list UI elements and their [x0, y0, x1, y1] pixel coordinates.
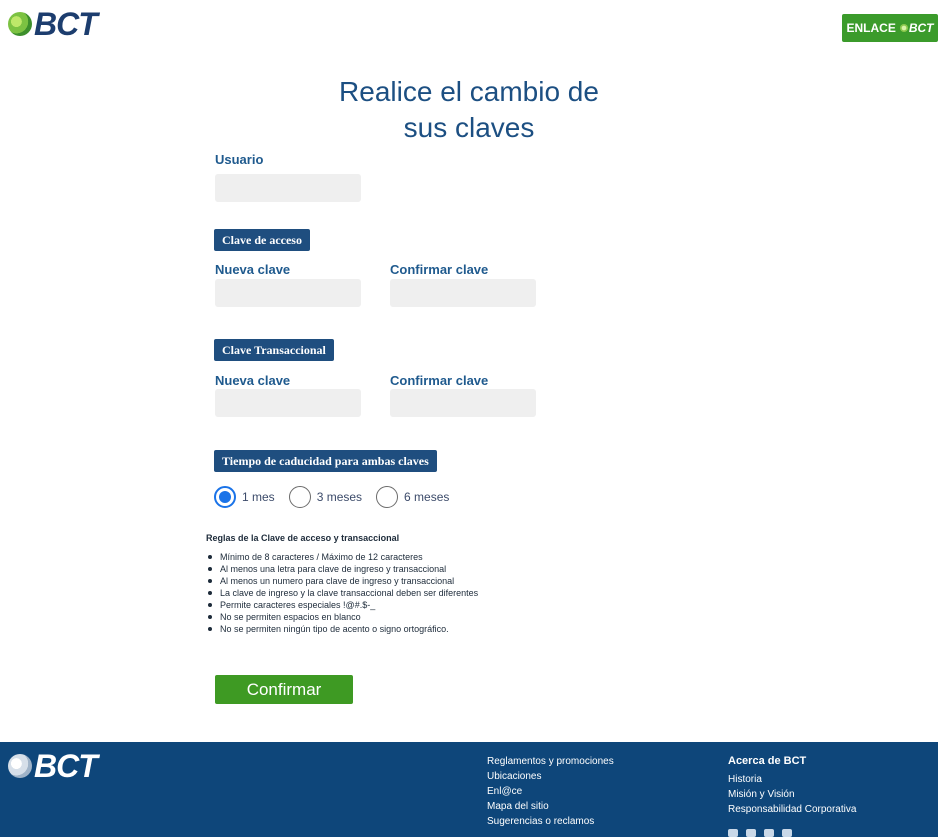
- acceso-nueva-clave-label: Nueva clave: [215, 262, 291, 277]
- radio-label: 1 mes: [242, 490, 275, 504]
- footer-link-ubicaciones[interactable]: Ubicaciones: [487, 769, 614, 784]
- enlace-logo-icon: [899, 24, 908, 32]
- radio-button-checked[interactable]: [214, 486, 236, 508]
- acceso-nueva-clave-input[interactable]: [215, 279, 361, 307]
- radio-button[interactable]: [376, 486, 399, 508]
- page-title: Realice el cambio de sus claves: [0, 74, 938, 146]
- list-item: Mínimo de 8 caracteres / Máximo de 12 ca…: [206, 551, 478, 563]
- radio-button[interactable]: [288, 486, 311, 508]
- usuario-input[interactable]: [215, 174, 361, 202]
- page-title-line1: Realice el cambio de: [339, 76, 599, 107]
- radio-option-6-meses[interactable]: 6 meses: [376, 486, 449, 508]
- footer-link-mapa[interactable]: Mapa del sitio: [487, 799, 614, 814]
- caducidad-radio-group: 1 mes 3 meses 6 meses: [214, 486, 463, 508]
- bullet-icon: [208, 627, 212, 631]
- rule-text: Mínimo de 8 caracteres / Máximo de 12 ca…: [220, 552, 423, 562]
- page-title-line2: sus claves: [403, 112, 535, 143]
- radio-label: 6 meses: [404, 490, 450, 504]
- footer-links: Reglamentos y promociones Ubicaciones En…: [487, 754, 614, 829]
- footer-about-title: Acerca de BCT: [728, 755, 807, 767]
- footer-link-responsabilidad[interactable]: Responsabilidad Corporativa: [728, 802, 856, 817]
- footer-link-mision[interactable]: Misión y Visión: [728, 787, 856, 802]
- linkedin-icon[interactable]: [746, 829, 756, 837]
- transaccional-confirmar-clave-label: Confirmar clave: [390, 373, 489, 388]
- bct-logo-text: BCT: [34, 748, 98, 784]
- list-item: Permite caracteres especiales !@#.$-_: [206, 599, 478, 611]
- radio-label: 3 meses: [316, 490, 363, 504]
- list-item: La clave de ingreso y la clave transacci…: [206, 587, 478, 599]
- clave-acceso-section-badge: Clave de acceso: [214, 229, 310, 251]
- bullet-icon: [208, 615, 212, 619]
- enlace-label: ENLACE: [846, 21, 896, 35]
- bct-logo-mark-icon: [8, 754, 32, 778]
- acceso-confirmar-clave-label: Confirmar clave: [390, 262, 489, 277]
- bullet-icon: [208, 603, 212, 607]
- bullet-icon: [208, 591, 212, 595]
- bullet-icon: [208, 555, 212, 559]
- rule-text: La clave de ingreso y la clave transacci…: [220, 588, 479, 598]
- instagram-icon[interactable]: [728, 829, 738, 837]
- list-item: Al menos un numero para clave de ingreso…: [206, 575, 478, 587]
- caducidad-section-badge: Tiempo de caducidad para ambas claves: [214, 450, 437, 472]
- footer-link-enlace[interactable]: Enl@ce: [487, 784, 614, 799]
- footer-link-sugerencias[interactable]: Sugerencias o reclamos: [487, 814, 614, 829]
- enlace-brand: BCT: [908, 21, 934, 35]
- bullet-icon: [208, 567, 212, 571]
- list-item: Al menos una letra para clave de ingreso…: [206, 563, 478, 575]
- bct-logo[interactable]: BCT: [8, 6, 98, 42]
- rule-text: Permite caracteres especiales !@#.$-_: [220, 600, 376, 610]
- bct-logo-text: BCT: [34, 6, 98, 42]
- facebook-icon[interactable]: [764, 829, 774, 837]
- list-item: No se permiten espacios en blanco: [206, 611, 478, 623]
- enlace-button[interactable]: ENLACE BCT: [842, 14, 938, 42]
- bullet-icon: [208, 579, 212, 583]
- social-links: [728, 829, 800, 837]
- confirmar-button[interactable]: Confirmar: [215, 675, 353, 704]
- rules-title: Reglas de la Clave de acceso y transacci…: [206, 533, 400, 543]
- transaccional-confirmar-clave-input[interactable]: [390, 389, 536, 417]
- rule-text: No se permiten espacios en blanco: [220, 612, 361, 622]
- rules-list: Mínimo de 8 caracteres / Máximo de 12 ca…: [206, 551, 478, 635]
- footer-link-reglamentos[interactable]: Reglamentos y promociones: [487, 754, 614, 769]
- acceso-confirmar-clave-input[interactable]: [390, 279, 536, 307]
- footer-about: Acerca de BCT Historia Misión y Visión R…: [728, 754, 856, 817]
- bct-logo-mark-icon: [8, 12, 32, 36]
- rule-text: Al menos un numero para clave de ingreso…: [220, 576, 455, 586]
- footer-bct-logo[interactable]: BCT: [8, 748, 98, 784]
- transaccional-nueva-clave-label: Nueva clave: [215, 373, 291, 388]
- transaccional-nueva-clave-input[interactable]: [215, 389, 361, 417]
- rule-text: Al menos una letra para clave de ingreso…: [220, 564, 447, 574]
- footer-link-historia[interactable]: Historia: [728, 772, 856, 787]
- rule-text: No se permiten ningún tipo de acento o s…: [220, 624, 449, 634]
- radio-option-1-mes[interactable]: 1 mes: [214, 486, 275, 508]
- radio-option-3-meses[interactable]: 3 meses: [288, 486, 363, 508]
- clave-transaccional-section-badge: Clave Transaccional: [214, 339, 334, 361]
- footer: BCT Reglamentos y promociones Ubicacione…: [0, 742, 938, 837]
- youtube-icon[interactable]: [782, 829, 792, 837]
- usuario-label: Usuario: [215, 152, 264, 167]
- list-item: No se permiten ningún tipo de acento o s…: [206, 623, 478, 635]
